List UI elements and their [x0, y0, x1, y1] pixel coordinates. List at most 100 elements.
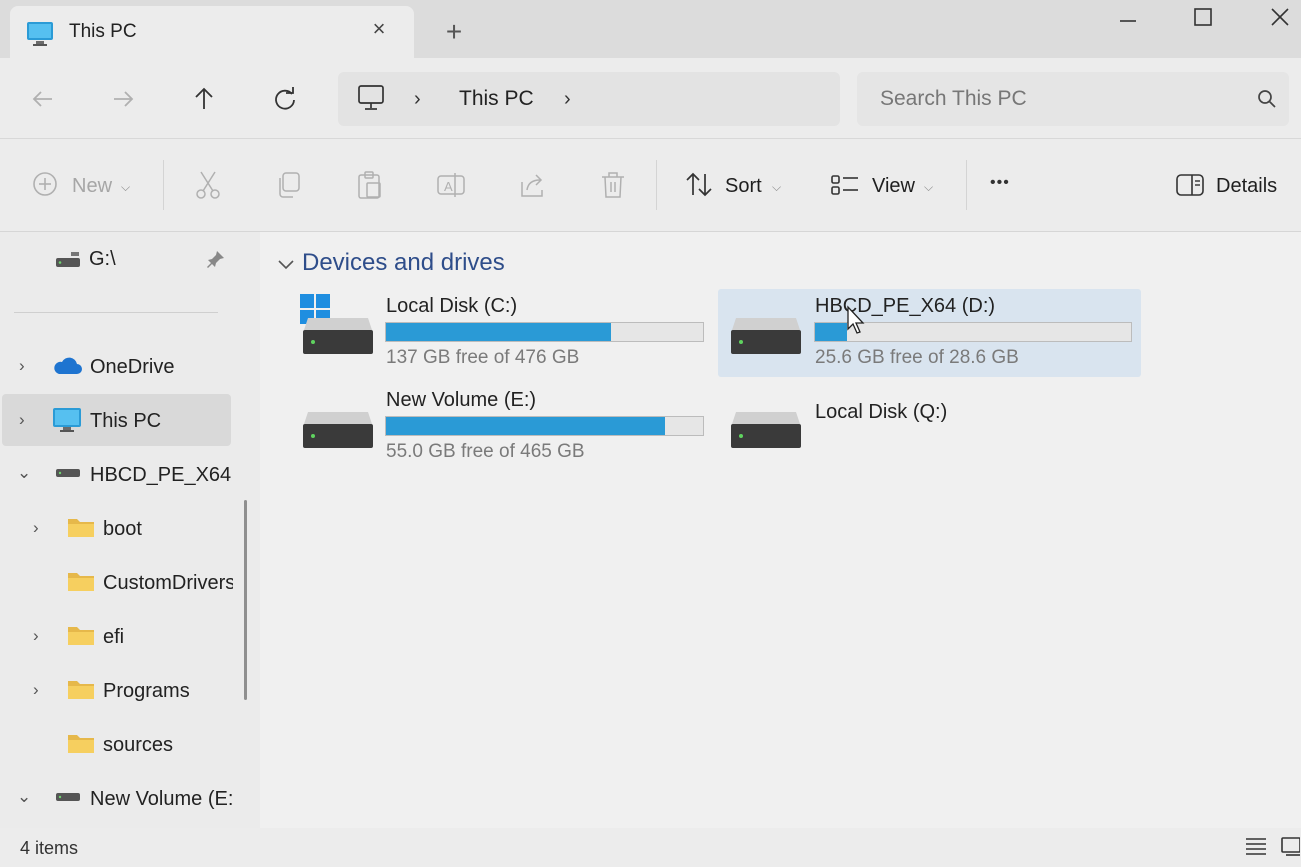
- drive-icon: [55, 250, 81, 275]
- list-view-icon[interactable]: [1244, 835, 1268, 862]
- refresh-button[interactable]: [270, 84, 300, 114]
- view-icon: [830, 170, 860, 205]
- copy-icon: [279, 172, 300, 198]
- drive-usage-bar: [385, 416, 704, 436]
- drive-icon: [55, 790, 81, 809]
- sidebar-item-efi[interactable]: efi: [103, 626, 124, 649]
- details-button[interactable]: Details: [1216, 175, 1277, 198]
- status-bar: [0, 828, 1301, 867]
- sidebar-item-this-pc[interactable]: This PC: [90, 410, 161, 433]
- expand-arrow-icon[interactable]: ›: [33, 680, 39, 700]
- drive-icon: [55, 466, 81, 485]
- folder-icon: [67, 569, 95, 598]
- cut-button[interactable]: [194, 170, 222, 205]
- paste-button[interactable]: [356, 170, 384, 205]
- drive-name[interactable]: Local Disk (Q:): [815, 401, 947, 424]
- refresh-icon: [275, 87, 295, 110]
- copy-button[interactable]: [275, 170, 303, 205]
- sidebar-item-boot[interactable]: boot: [103, 518, 142, 541]
- item-count: 4 items: [20, 838, 79, 858]
- sidebar-scrollbar[interactable]: [244, 500, 247, 700]
- chevron-down-icon: ⌵: [924, 180, 934, 194]
- drive-free-space: 25.6 GB free of 28.6 GB: [815, 347, 1019, 368]
- new-tab-button[interactable]: +: [442, 18, 466, 46]
- drive-usage-fill: [386, 417, 665, 435]
- drive-name[interactable]: HBCD_PE_X64 (D:): [815, 295, 995, 318]
- back-arrow-icon: [32, 91, 52, 107]
- hard-drive-icon[interactable]: [730, 316, 802, 361]
- collapse-arrow-icon[interactable]: ⌄: [17, 463, 31, 483]
- paste-icon: [358, 171, 381, 199]
- delete-button[interactable]: [599, 170, 627, 205]
- minimize-button[interactable]: [1113, 4, 1143, 32]
- sidebar-item-customdrivers[interactable]: CustomDrivers: [103, 572, 233, 595]
- sidebar-item-label: G:\: [89, 248, 116, 270]
- section-collapse-icon[interactable]: [276, 254, 296, 279]
- hard-drive-icon[interactable]: [302, 410, 374, 455]
- search-icon[interactable]: [1256, 88, 1278, 115]
- drive-usage-bar: [385, 322, 704, 342]
- back-button[interactable]: [28, 84, 58, 114]
- rename-button[interactable]: A: [436, 170, 466, 205]
- svg-text:A: A: [444, 179, 453, 194]
- pc-icon: [26, 20, 54, 53]
- up-arrow-icon: [195, 87, 213, 109]
- forward-arrow-icon: [114, 91, 134, 107]
- toolbar-divider: [163, 160, 164, 210]
- maximize-button[interactable]: [1188, 4, 1218, 32]
- cut-icon: [196, 171, 220, 199]
- minimize-icon: [1120, 20, 1136, 22]
- pin-icon[interactable]: [206, 249, 226, 274]
- drive-free-space: 137 GB free of 476 GB: [386, 347, 580, 368]
- hard-drive-icon[interactable]: [730, 410, 802, 455]
- sidebar-item-new-volume[interactable]: New Volume (E:: [90, 788, 232, 811]
- folder-icon: [67, 623, 95, 652]
- hard-drive-icon[interactable]: [302, 316, 374, 361]
- view-button[interactable]: View: [872, 175, 915, 198]
- share-button[interactable]: [518, 170, 546, 205]
- close-icon: [1271, 8, 1289, 26]
- close-window-button[interactable]: [1265, 4, 1295, 32]
- sidebar-item-programs[interactable]: Programs: [103, 680, 190, 703]
- new-button[interactable]: New: [72, 175, 112, 198]
- up-button[interactable]: [189, 84, 219, 114]
- details-pane-icon: [1175, 170, 1205, 205]
- pc-icon: [52, 406, 82, 439]
- toolbar-divider: [656, 160, 657, 210]
- drive-free-space: 55.0 GB free of 465 GB: [386, 441, 585, 462]
- collapse-arrow-icon[interactable]: ⌄: [17, 787, 31, 807]
- sidebar-item-g-drive[interactable]: [0, 236, 232, 284]
- cloud-icon: [51, 354, 83, 383]
- more-options-button[interactable]: •••: [990, 174, 1010, 192]
- share-icon: [521, 174, 543, 197]
- expand-arrow-icon[interactable]: ›: [19, 356, 25, 376]
- monitor-icon: [356, 84, 386, 117]
- breadcrumb-this-pc[interactable]: This PC: [459, 87, 534, 111]
- trash-icon: [602, 172, 624, 198]
- chevron-down-icon: ⌵: [772, 180, 782, 194]
- mouse-cursor-icon: [846, 305, 868, 340]
- search-input[interactable]: Search This PC: [880, 87, 1027, 111]
- drive-name[interactable]: New Volume (E:): [386, 389, 536, 412]
- forward-button[interactable]: [108, 84, 138, 114]
- breadcrumb-separator[interactable]: ›: [564, 88, 571, 111]
- drive-usage-fill: [386, 323, 612, 341]
- folder-icon: [67, 677, 95, 706]
- sidebar-item-sources[interactable]: sources: [103, 734, 173, 757]
- sidebar-item-hbcd-drive[interactable]: HBCD_PE_X64 (I: [90, 464, 232, 487]
- sort-icon: [684, 170, 714, 205]
- folder-icon: [67, 515, 95, 544]
- sidebar-item-onedrive[interactable]: OneDrive: [90, 356, 174, 379]
- expand-arrow-icon[interactable]: ›: [19, 410, 25, 430]
- maximize-icon: [1194, 8, 1212, 26]
- tab-close-button[interactable]: ×: [368, 18, 390, 40]
- drive-name[interactable]: Local Disk (C:): [386, 295, 517, 318]
- rename-icon: A: [437, 173, 465, 197]
- sidebar-divider: [14, 312, 218, 313]
- breadcrumb-separator[interactable]: ›: [414, 88, 421, 111]
- sort-button[interactable]: Sort: [725, 175, 762, 198]
- expand-arrow-icon[interactable]: ›: [33, 518, 39, 538]
- section-title[interactable]: Devices and drives: [302, 249, 505, 277]
- tiles-view-icon[interactable]: [1280, 835, 1301, 862]
- expand-arrow-icon[interactable]: ›: [33, 626, 39, 646]
